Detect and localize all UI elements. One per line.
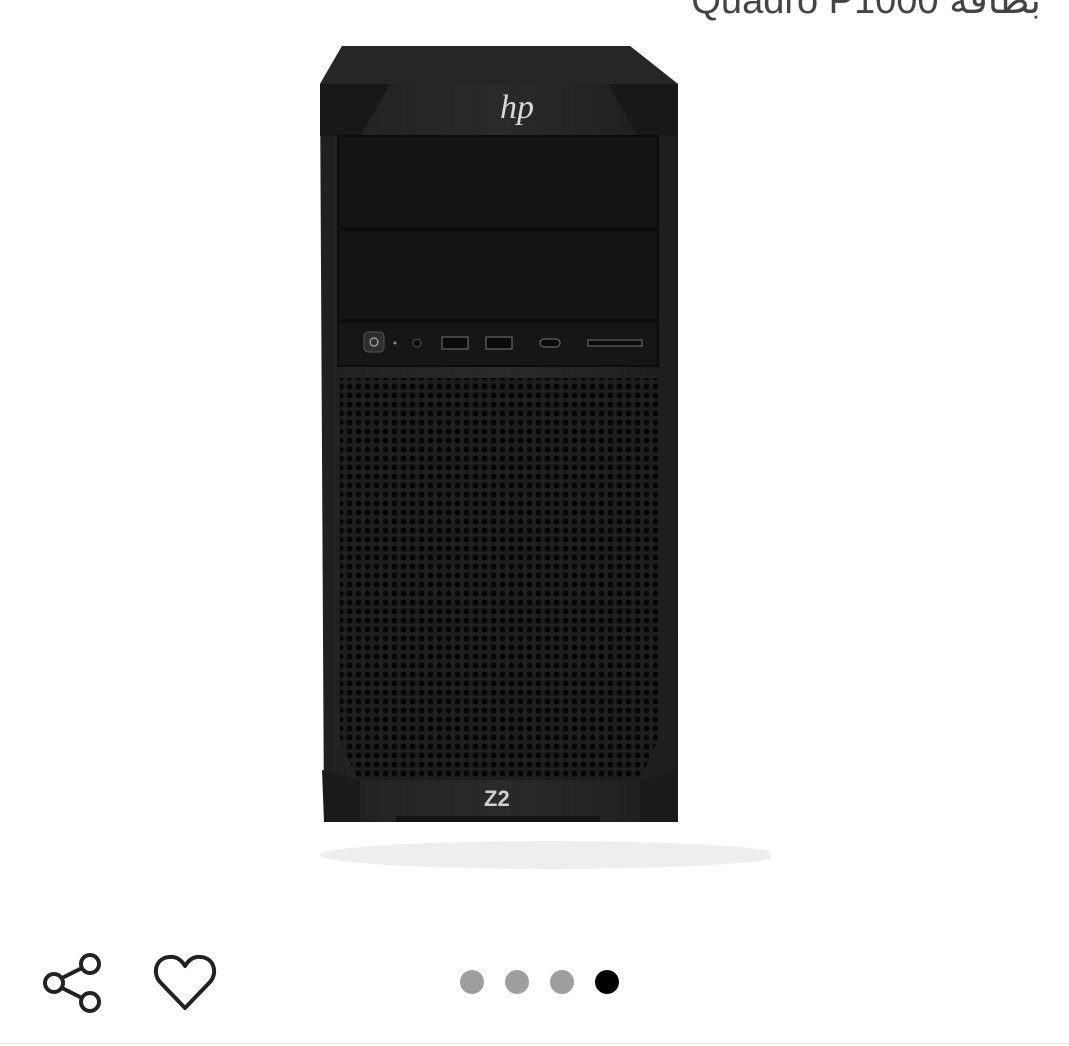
product-image-gallery[interactable]: hp Z2: [0, 0, 1069, 900]
pagination-dot-active[interactable]: [595, 970, 619, 994]
pagination-dot[interactable]: [505, 970, 529, 994]
hp-logo: hp: [500, 89, 534, 126]
product-image: hp Z2: [320, 46, 770, 869]
z2-badge: Z2: [484, 786, 510, 811]
image-pagination: [460, 970, 619, 994]
pagination-dot[interactable]: [460, 970, 484, 994]
share-icon: [43, 953, 101, 1013]
favorite-button[interactable]: [152, 952, 218, 1014]
product-actions-bar: [0, 940, 1069, 1030]
share-button[interactable]: [40, 950, 106, 1016]
heart-outline-icon: [153, 954, 217, 1010]
pagination-dot[interactable]: [550, 970, 574, 994]
divider: [0, 1043, 1069, 1044]
